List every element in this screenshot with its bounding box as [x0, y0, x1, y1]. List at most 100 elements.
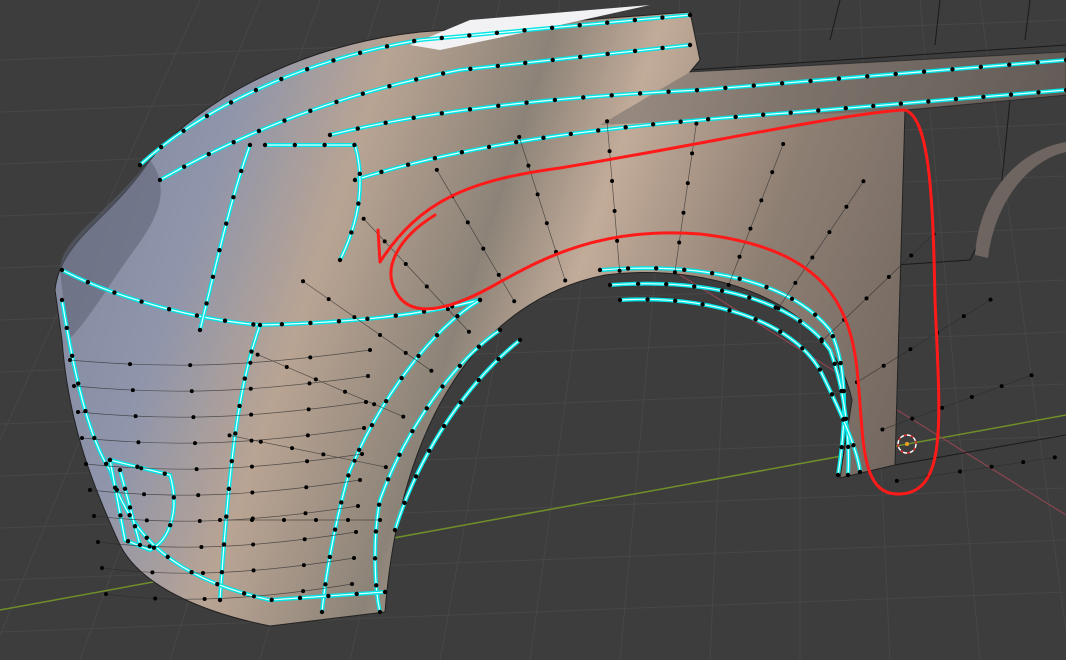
mesh-vertex [255, 352, 260, 357]
mesh-vertex [191, 415, 196, 420]
mesh-vertex [465, 220, 470, 225]
mesh-vertex [672, 298, 678, 303]
mesh-vertex [215, 581, 220, 587]
mesh-vertex [279, 76, 284, 82]
mesh-vertex [512, 299, 517, 304]
mesh-vertex [326, 593, 331, 599]
mesh-vertex [845, 472, 851, 478]
mesh-vertex [871, 103, 876, 109]
mesh-vertex [290, 446, 295, 451]
mesh-vertex [181, 164, 187, 169]
mesh-vertex [364, 400, 368, 404]
mesh-vertex [226, 486, 232, 492]
mesh-vertex [357, 171, 362, 176]
mesh-vertex [432, 155, 438, 161]
mesh-vertex [403, 350, 408, 355]
mesh-vertex [142, 492, 147, 497]
mesh-vertex [660, 15, 665, 20]
mesh-vertex [144, 518, 149, 523]
mesh-vertex [494, 30, 500, 36]
mesh-vertex [249, 349, 254, 354]
mesh-vertex [354, 530, 358, 534]
mesh-vertex [314, 518, 318, 522]
mesh-vertex [541, 135, 546, 141]
mesh-vertex [383, 120, 388, 126]
mesh-vertex [477, 297, 483, 303]
mesh-vertex [194, 467, 199, 472]
mesh-vertex [117, 467, 123, 473]
mesh-vertex [844, 204, 849, 209]
mesh-vertex [83, 408, 88, 414]
mesh-vertex [836, 76, 842, 81]
mesh-vertex [459, 150, 465, 155]
mesh-vertex [112, 290, 117, 295]
3d-cursor-icon[interactable] [897, 434, 917, 454]
mesh-vertex [496, 103, 501, 109]
mesh-vertex [424, 284, 429, 289]
mesh-vertex [737, 276, 742, 281]
mesh-vertex [233, 431, 238, 436]
mesh-vertex [377, 609, 383, 615]
mesh-vertex [321, 452, 326, 457]
mesh-vertex [748, 226, 753, 231]
mesh-vertex [368, 348, 372, 352]
mesh-vertex [248, 360, 253, 365]
mesh-vertex [865, 74, 870, 79]
mesh-vertex [1029, 373, 1034, 378]
mesh-vertex [778, 329, 783, 334]
mesh-vertex [609, 93, 614, 98]
mesh-vertex [72, 384, 76, 388]
mesh-vertex [467, 107, 473, 112]
mesh-vertex [513, 139, 519, 145]
mesh-vertex [350, 582, 354, 586]
mesh-vertex [137, 162, 143, 168]
mesh-vertex [445, 307, 450, 312]
mesh-vertex [387, 83, 392, 89]
mesh-vertex [166, 306, 172, 312]
mesh-vertex [197, 327, 203, 333]
mesh-vertex [352, 177, 358, 183]
mesh-vertex [1007, 62, 1012, 67]
mesh-vertex [355, 126, 360, 131]
mesh-vertex [130, 388, 135, 393]
mesh-vertex [793, 280, 798, 285]
mesh-vertex [228, 100, 234, 105]
mesh-vertex [581, 95, 586, 100]
mesh-vertex [829, 392, 835, 397]
mesh-vertex [544, 221, 549, 226]
mesh-vertex [719, 288, 725, 293]
mesh-vertex [653, 266, 659, 271]
mesh-vertex [733, 114, 738, 120]
mesh-vertex [133, 414, 138, 419]
mesh-vertex [189, 570, 194, 575]
mesh-vertex [410, 428, 415, 434]
mesh-vertex [441, 423, 447, 429]
mesh-vertex [305, 459, 310, 464]
mesh-vertex [189, 389, 194, 394]
mesh-vertex [523, 60, 528, 66]
mesh-vertex [303, 511, 308, 516]
mesh-vertex [346, 473, 351, 478]
mesh-vertex [331, 58, 336, 63]
mesh-vertex [468, 66, 473, 72]
viewport-canvas[interactable] [0, 0, 1066, 660]
mesh-vertex [201, 571, 206, 576]
mesh-vertex [881, 363, 886, 368]
mesh-vertex [496, 272, 501, 277]
mesh-vertex [522, 28, 527, 33]
mesh-vertex [481, 246, 486, 251]
mesh-vertex [384, 44, 390, 49]
mesh-vertex [356, 447, 362, 453]
mesh-vertex [476, 344, 482, 349]
mesh-vertex [427, 448, 432, 453]
mesh-vertex [147, 544, 152, 549]
mesh-vertex [839, 444, 844, 450]
mesh-vertex [256, 128, 262, 134]
3d-viewport[interactable] [0, 0, 1066, 660]
mesh-vertex [132, 524, 138, 529]
mesh-vertex [476, 377, 481, 383]
mesh-vertex [495, 63, 501, 69]
mesh-vertex [411, 115, 416, 120]
mesh-vertex [337, 257, 343, 263]
mesh-vertex [84, 462, 88, 466]
